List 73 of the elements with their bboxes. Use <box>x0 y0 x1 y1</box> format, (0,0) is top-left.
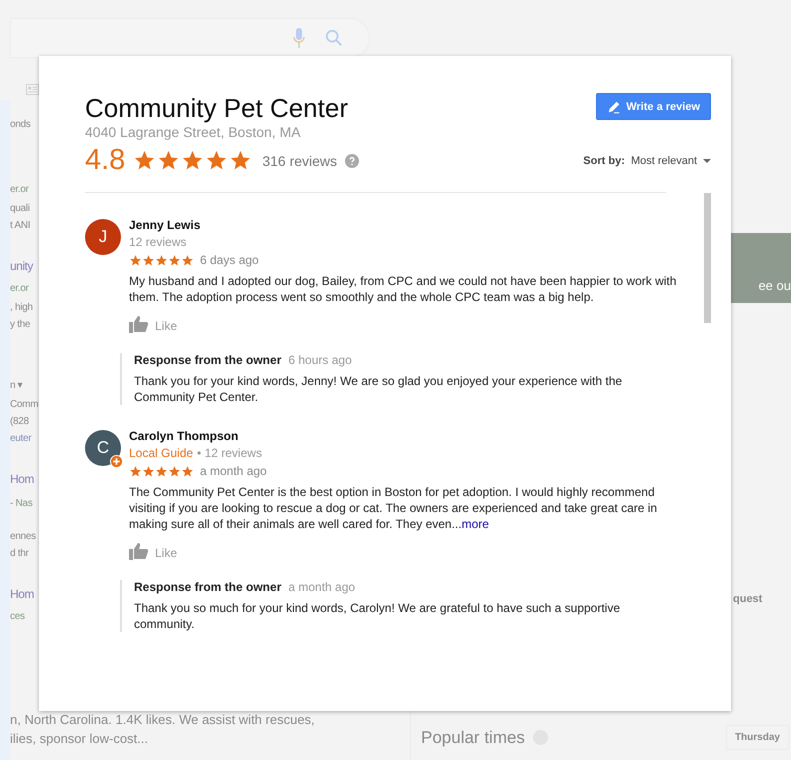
background-text: ilies, sponsor low-cost... <box>10 731 148 746</box>
star-icon <box>181 149 204 172</box>
star-icon <box>129 254 142 266</box>
reviewer-review-count: 12 reviews <box>129 235 186 249</box>
background-text: quest <box>733 593 764 605</box>
star-icon <box>129 464 142 478</box>
help-icon[interactable] <box>345 154 360 168</box>
local-guide-badge-icon <box>110 455 123 468</box>
avatar[interactable]: C <box>85 430 121 466</box>
star-icon <box>142 464 155 478</box>
background-text: er.or <box>10 282 29 296</box>
more-link[interactable]: more <box>462 517 489 531</box>
avatar[interactable]: J <box>85 219 121 255</box>
section-title: Popular times <box>421 728 525 748</box>
caret-icon <box>703 158 711 162</box>
star-icon <box>205 149 228 172</box>
background-text: n, North Carolina. 1.4K likes. We assist with rescues, <box>10 712 315 727</box>
photo-caption: ee ou <box>758 278 791 293</box>
microphone-icon[interactable] <box>293 28 305 48</box>
review-time: a month ago <box>200 464 267 478</box>
thumbs-up-icon <box>129 542 149 560</box>
star-icon <box>168 254 181 266</box>
write-review-button[interactable]: Write a review <box>596 93 711 120</box>
scrollbar[interactable] <box>704 193 711 323</box>
star-icon <box>168 464 181 478</box>
background-text: unity <box>10 258 33 275</box>
background-text: d thr <box>10 547 29 561</box>
local-guide-label: Local Guide <box>129 446 194 460</box>
owner-response-title: Response from the owner <box>134 580 282 594</box>
rating-score: 4.8 <box>85 144 126 177</box>
background-text: euter <box>10 432 32 446</box>
background-text: Hom <box>10 586 34 603</box>
star-icon <box>133 149 156 172</box>
thumbs-up-icon <box>129 315 149 333</box>
background-text: t ANI <box>10 219 30 233</box>
sort-dropdown[interactable]: Sort by: Most relevant <box>583 154 697 166</box>
owner-response-text: Thank you so much for your kind words, Carolyn! We are grateful to have such a supportive community. <box>134 600 622 632</box>
reviewer-review-count: • 12 reviews <box>197 446 262 460</box>
background-text: - Nas <box>10 497 32 511</box>
background-text: n ▾ <box>10 379 22 393</box>
reviewer-name[interactable]: Carolyn Thompson <box>129 429 684 443</box>
background-text: ces <box>10 610 25 624</box>
background-text: y the <box>10 318 30 332</box>
background-text: ennes <box>10 530 36 544</box>
search-field[interactable] <box>10 18 370 58</box>
star-icon <box>181 464 194 478</box>
pencil-icon <box>607 100 622 114</box>
background-text: er.or <box>10 183 29 197</box>
background-text: quali <box>10 202 30 216</box>
star-icon <box>155 254 168 266</box>
owner-response-title: Response from the owner <box>134 353 282 367</box>
place-address: 4040 Lagrange Street, Boston, MA <box>85 124 302 140</box>
star-icon <box>155 464 168 478</box>
star-icon <box>157 149 180 172</box>
place-title: Community Pet Center <box>85 92 348 124</box>
review-text: The Community Pet Center is the best option in Boston for pet adoption. I would highly recommend visiting if you are looking to rescue a dog or cat. The owners are experienced and take great care in making sure all of their animals are well cared for. They even...more <box>129 484 658 532</box>
response-time: a month ago <box>288 580 356 594</box>
list-icon[interactable] <box>26 84 39 95</box>
star-icon <box>229 149 252 172</box>
owner-response-text: Thank you for your kind words, Jenny! We are so glad you enjoyed your experience with the Community Pet Center. <box>134 373 624 405</box>
review-time: 6 days ago <box>200 253 259 267</box>
response-time: 6 hours ago <box>288 353 352 367</box>
review-text: My husband and I adopted our dog, Bailey, from CPC and we could not have been happier to work with them. The adoption process went so smoothly and the whole CPC team was a big help. <box>129 273 678 305</box>
background-text: onds <box>10 118 30 132</box>
background-text: Hom <box>10 471 34 488</box>
star-icon <box>142 254 155 266</box>
background-text: Comm <box>10 398 38 412</box>
star-icon <box>181 254 194 266</box>
background-text: , high <box>10 301 33 315</box>
reviewer-name[interactable]: Jenny Lewis <box>129 218 684 232</box>
background-text: (828 <box>10 415 29 429</box>
search-icon[interactable] <box>325 29 343 47</box>
review-count: 316 reviews <box>262 152 338 168</box>
